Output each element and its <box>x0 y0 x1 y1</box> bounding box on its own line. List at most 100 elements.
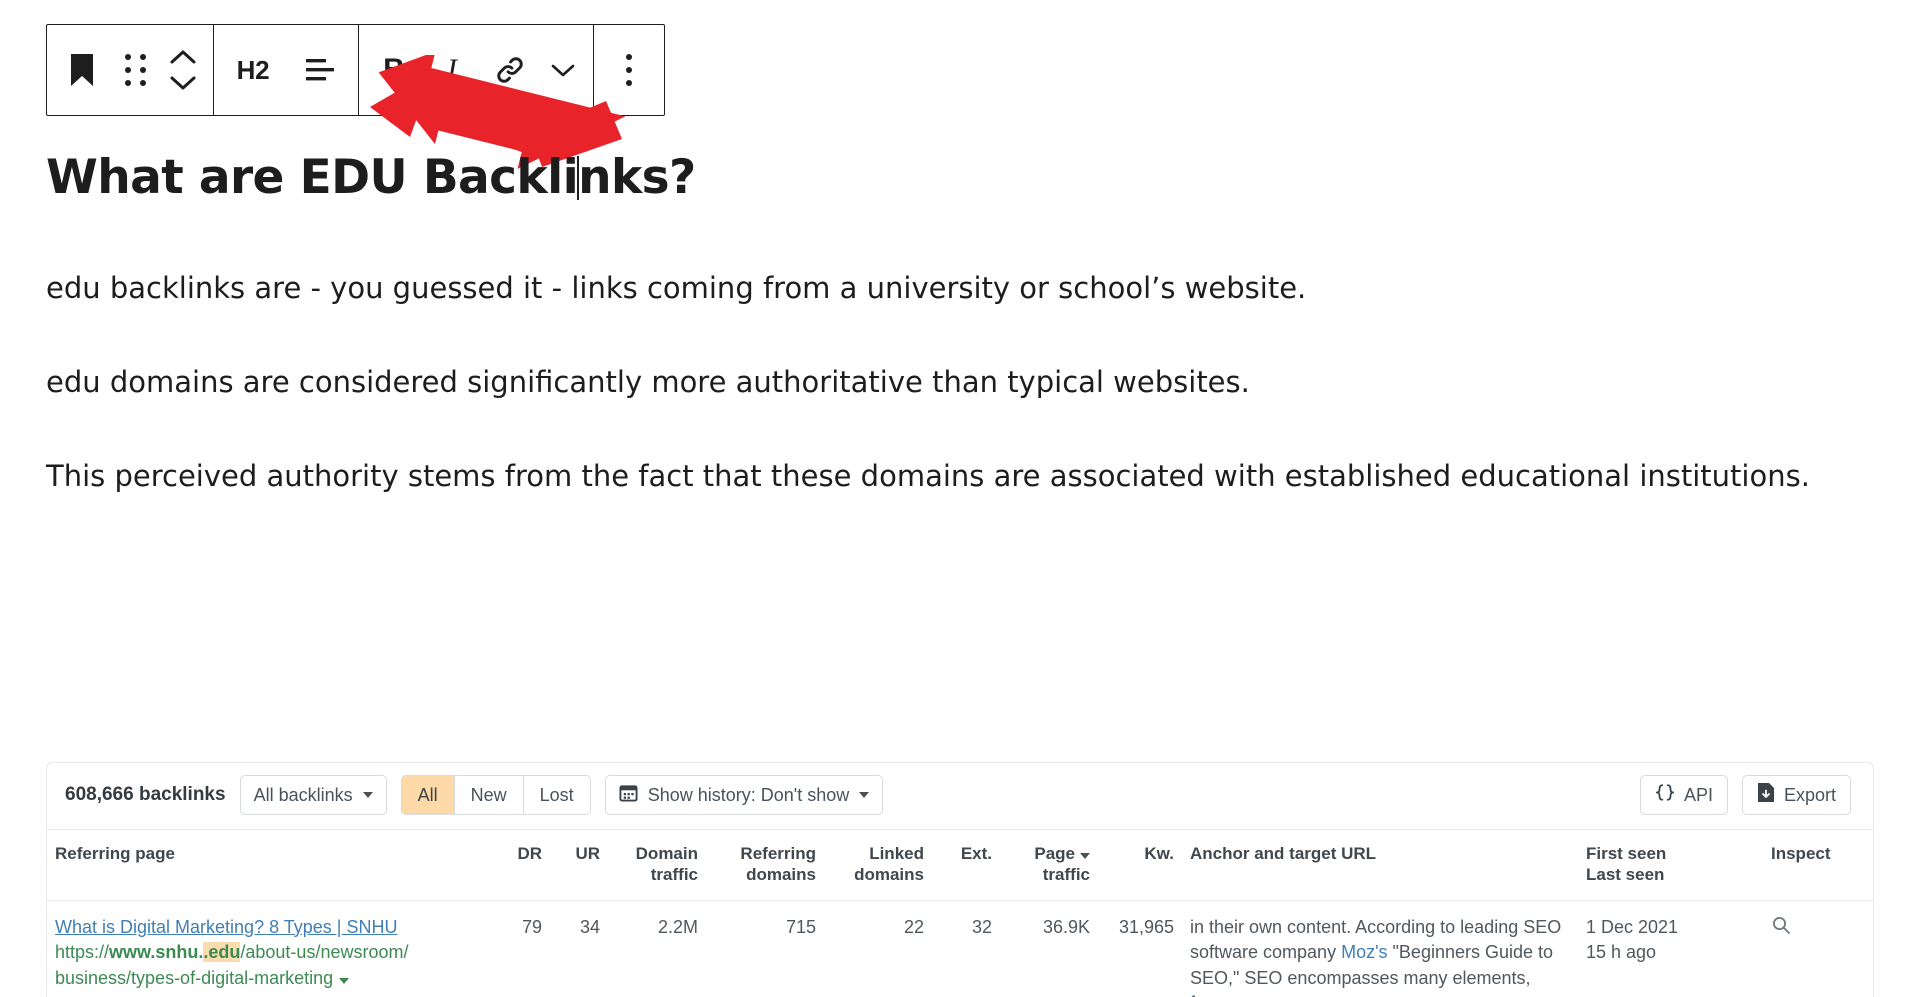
download-file-icon <box>1757 782 1775 808</box>
backlinks-count: 608,666 backlinks <box>65 784 226 805</box>
toolbar-group-heading: H2 <box>214 25 359 115</box>
article-paragraph-3[interactable]: This perceived authority stems from the … <box>46 453 1876 500</box>
col-page-traffic[interactable]: Page traffic <box>1000 829 1098 901</box>
api-button-label: API <box>1683 784 1713 805</box>
cell-referring-page: What is Digital Marketing? 8 Types | SNH… <box>47 900 492 997</box>
col-first-last-seen[interactable]: First seen Last seen <box>1578 829 1763 901</box>
url-domain-bold: www.snhu. <box>109 942 204 963</box>
chevron-up-down-icon <box>169 49 197 91</box>
cell-domain-traffic: 2.2M <box>657 916 698 937</box>
cell-kw[interactable]: 31,965 <box>1098 900 1182 997</box>
col-linked-domains-line2: domains <box>854 865 924 885</box>
col-referring-domains-line1: Referring <box>740 844 816 863</box>
segment-lost[interactable]: Lost <box>523 776 590 814</box>
table-header-row: Referring page DR UR Domain traffic Refe… <box>47 829 1873 901</box>
cell-inspect[interactable] <box>1763 900 1873 997</box>
cell-dr: 79 <box>521 916 542 937</box>
segment-all[interactable]: All <box>401 776 455 814</box>
backlinks-table: Referring page DR UR Domain traffic Refe… <box>47 829 1873 997</box>
col-dr[interactable]: DR <box>492 829 550 901</box>
referring-page-url[interactable]: https://www.snhu..edu/about-us/newsroom/… <box>55 940 484 991</box>
col-referring-domains-line2: domains <box>746 865 816 885</box>
heading-text-after-caret: nks? <box>578 150 696 205</box>
vertical-dots-icon <box>626 54 632 86</box>
export-button-label: Export <box>1783 784 1836 805</box>
chevron-down-icon <box>549 61 577 79</box>
italic-icon: I <box>447 53 457 86</box>
url-prefix: https:// <box>55 942 110 963</box>
show-history-dropdown[interactable]: Show history: Don't show <box>604 775 884 815</box>
cell-linked-domains[interactable]: 22 <box>824 900 932 997</box>
segment-control: All New Lost <box>400 775 591 815</box>
toolbar-group-format: B I <box>359 25 594 115</box>
toolbar-group-block <box>47 25 214 115</box>
col-page-traffic-line1: Page <box>1034 844 1075 863</box>
article-paragraph-2[interactable]: edu domains are considered significantly… <box>46 359 1876 406</box>
cell-ur: 34 <box>579 916 600 937</box>
italic-button[interactable]: I <box>423 25 481 115</box>
cell-page-traffic: 36.9K <box>1042 916 1090 937</box>
show-history-label: Show history: Don't show <box>647 784 850 805</box>
bookmark-icon <box>69 53 95 87</box>
calendar-icon <box>619 783 638 807</box>
table-header: Referring page DR UR Domain traffic Refe… <box>47 829 1873 901</box>
block-editor-toolbar: H2 B I <box>46 24 665 116</box>
url-edu-highlight: .edu <box>203 942 241 963</box>
col-first-seen: First seen <box>1586 844 1667 863</box>
col-page-traffic-line2: traffic <box>1042 865 1090 885</box>
all-backlinks-dropdown-label: All backlinks <box>253 784 353 805</box>
link-button[interactable] <box>481 25 539 115</box>
backlinks-panel: 608,666 backlinks All backlinks All New … <box>46 762 1874 997</box>
cell-last-seen: 15 h ago <box>1586 942 1657 963</box>
api-button[interactable]: API <box>1639 775 1728 815</box>
cell-first-last-seen: 1 Dec 2021 15 h ago <box>1578 900 1763 997</box>
block-options-button[interactable] <box>600 25 658 115</box>
anchor-inline-link[interactable]: Moz's <box>1341 942 1387 962</box>
col-linked-domains-line1: Linked <box>869 844 924 863</box>
all-backlinks-dropdown[interactable]: All backlinks <box>239 775 387 815</box>
move-block-button[interactable] <box>159 25 207 115</box>
table-body: What is Digital Marketing? 8 Types | SNH… <box>47 900 1873 997</box>
align-left-icon <box>302 55 336 85</box>
col-kw[interactable]: Kw. <box>1098 829 1182 901</box>
col-anchor-and-target-url[interactable]: Anchor and target URL <box>1182 829 1578 901</box>
page-root: H2 B I What are EDU Backlinks? edu backl… <box>0 0 1920 997</box>
drag-handle-button[interactable] <box>111 25 159 115</box>
url-expand-caret-icon[interactable] <box>339 977 350 984</box>
url-path-line2: business/types-of-digital-marketing <box>55 967 334 988</box>
cell-anchor-and-target-url: in their own content. According to leadi… <box>1182 900 1578 997</box>
col-domain-traffic-line1: Domain <box>635 844 698 863</box>
text-align-button[interactable] <box>286 25 352 115</box>
col-ur[interactable]: UR <box>550 829 608 901</box>
table-row: What is Digital Marketing? 8 Types | SNH… <box>47 900 1873 997</box>
link-icon <box>494 54 526 86</box>
braces-icon <box>1655 783 1675 807</box>
col-linked-domains[interactable]: Linked domains <box>824 829 932 901</box>
bold-button[interactable]: B <box>365 25 423 115</box>
heading-level-button[interactable]: H2 <box>220 25 286 115</box>
url-path: /about-us/newsroom/ <box>240 942 409 963</box>
col-referring-domains[interactable]: Referring domains <box>706 829 824 901</box>
export-button[interactable]: Export <box>1741 775 1851 815</box>
more-formatting-button[interactable] <box>539 25 587 115</box>
col-last-seen: Last seen <box>1586 865 1665 885</box>
segment-new[interactable]: New <box>454 776 524 814</box>
cell-ext[interactable]: 32 <box>932 900 1000 997</box>
cell-first-seen: 1 Dec 2021 <box>1586 916 1679 937</box>
cell-referring-domains[interactable]: 715 <box>706 900 824 997</box>
col-inspect: Inspect <box>1763 829 1873 901</box>
magnifier-icon[interactable] <box>1771 916 1791 939</box>
h2-label: H2 <box>236 54 270 85</box>
col-ext[interactable]: Ext. <box>932 829 1000 901</box>
col-referring-page[interactable]: Referring page <box>47 829 492 901</box>
drag-dots-icon <box>124 54 146 86</box>
sort-caret-icon <box>1080 853 1090 859</box>
toolbar-group-options <box>594 25 664 115</box>
col-domain-traffic[interactable]: Domain traffic <box>608 829 706 901</box>
article-paragraph-1[interactable]: edu backlinks are - you guessed it - lin… <box>46 265 1876 312</box>
page-title[interactable]: What are EDU Backlinks? <box>46 150 1876 205</box>
referring-page-title-link[interactable]: What is Digital Marketing? 8 Types | SNH… <box>55 915 484 941</box>
block-type-paragraph-button[interactable] <box>53 25 111 115</box>
